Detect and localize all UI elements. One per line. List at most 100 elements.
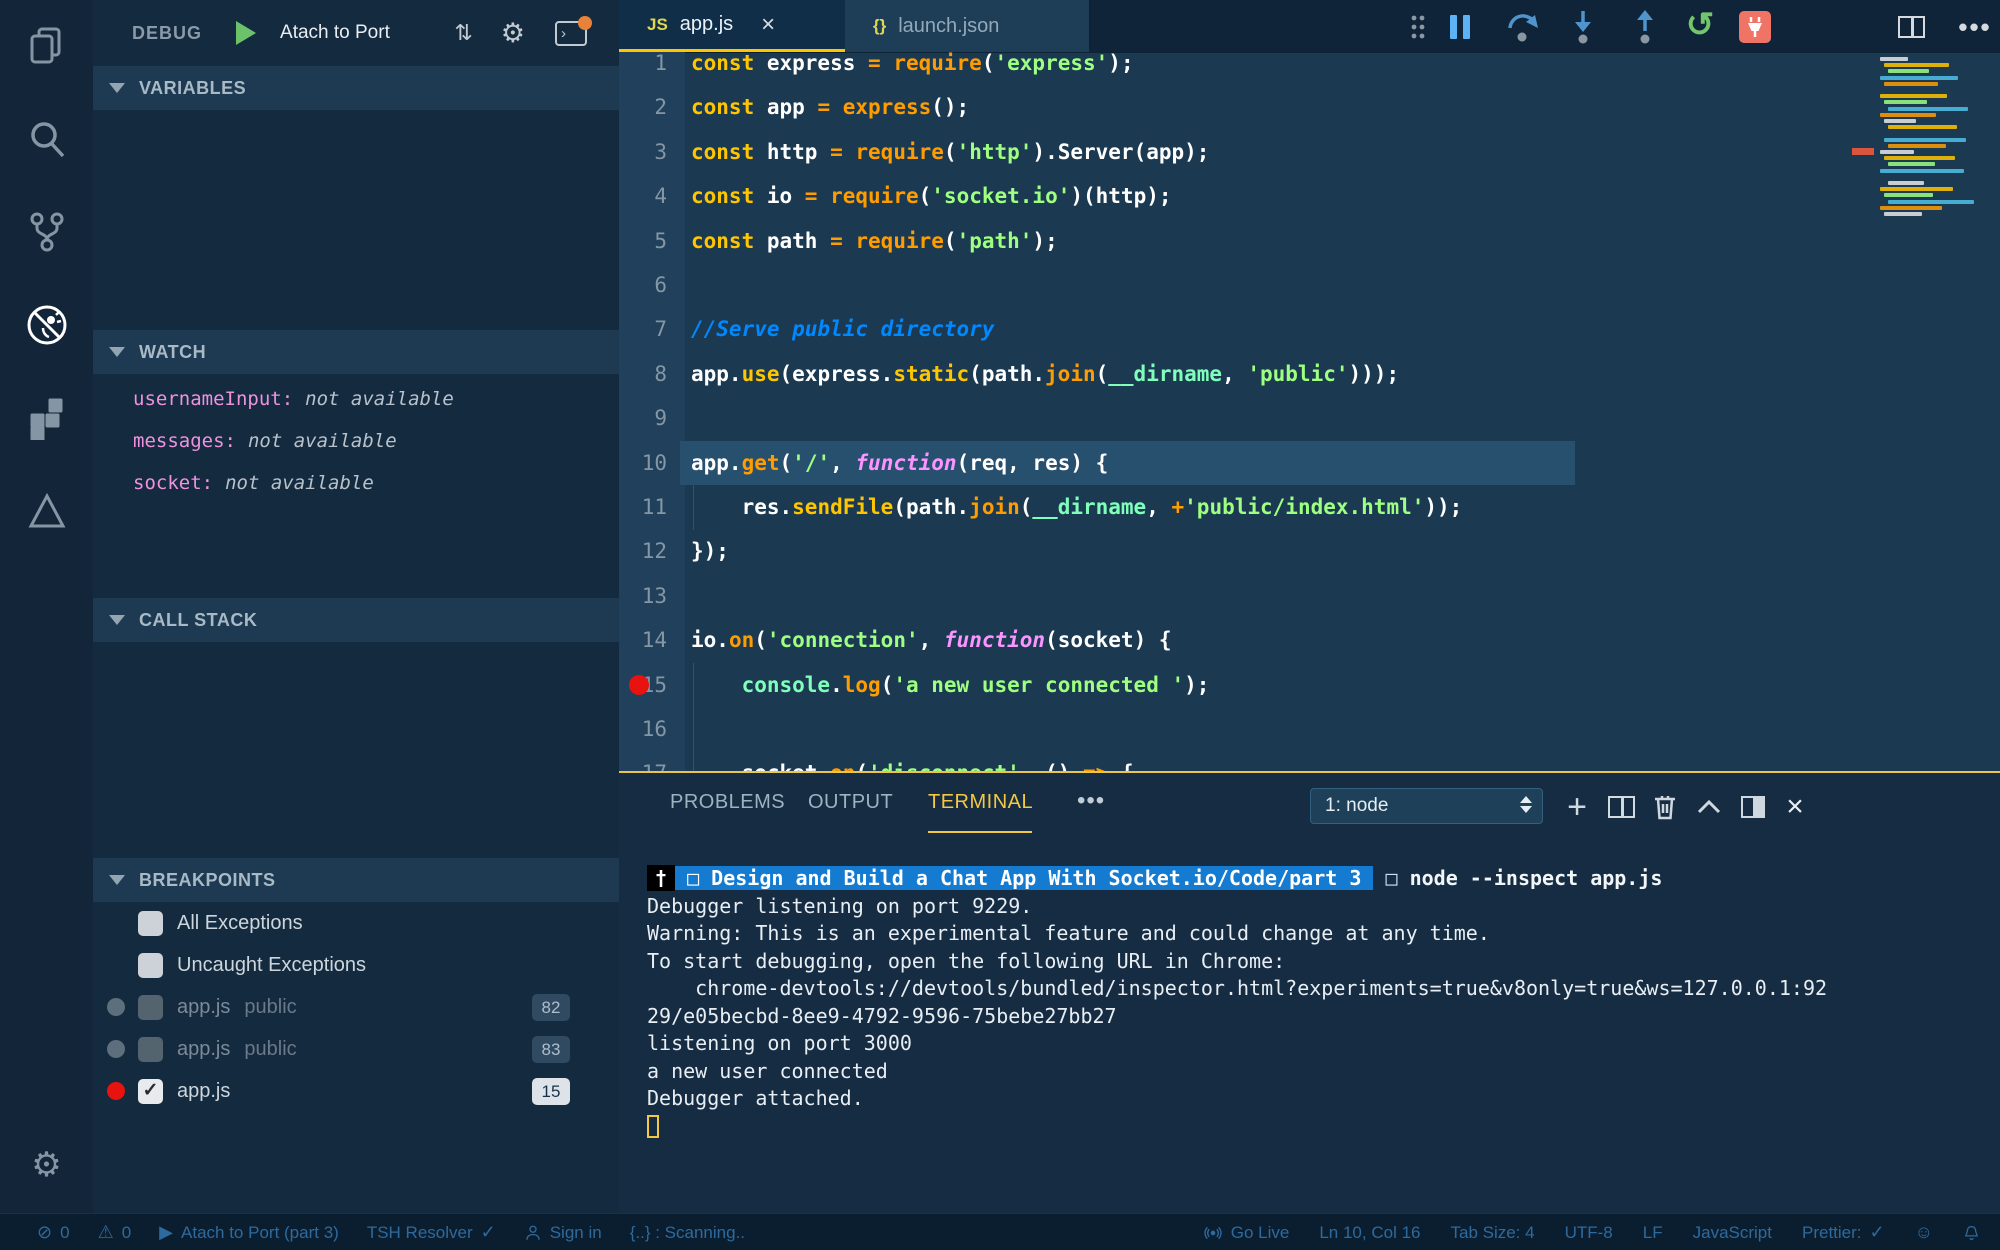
- token: (path.: [969, 361, 1046, 386]
- token: __dirname: [1108, 361, 1223, 386]
- debug-disabled-icon[interactable]: [0, 285, 93, 365]
- search-icon[interactable]: [0, 100, 93, 180]
- panel-tab-problems[interactable]: PROBLEMS: [670, 791, 785, 814]
- breakpoint-checkbox[interactable]: [138, 910, 163, 936]
- code-line: 17 socket.on('disconnect', () => {: [619, 751, 2000, 771]
- settings-gear-icon[interactable]: ⚙: [0, 1125, 93, 1205]
- split-terminal-icon[interactable]: [1603, 789, 1639, 825]
- status-item[interactable]: ⚠ 0: [98, 1222, 132, 1243]
- status-item[interactable]: [1963, 1224, 1980, 1242]
- token: 'public': [1247, 361, 1349, 386]
- breakpoint-row[interactable]: app.js public 83: [93, 1028, 619, 1070]
- status-item[interactable]: ⊘ 0: [37, 1222, 70, 1243]
- overview-ruler-marker: [1852, 148, 1874, 155]
- watch-row[interactable]: socket: not available: [93, 462, 619, 504]
- watch-row[interactable]: usernameInput: not available: [93, 378, 619, 420]
- panel-header: PROBLEMS OUTPUT TERMINAL ••• 1: node + ×: [619, 773, 2000, 841]
- code-line: 2 const app = express();: [619, 85, 2000, 129]
- split-editor-icon[interactable]: [1893, 9, 1929, 45]
- panel-tab-terminal[interactable]: TERMINAL: [928, 791, 1033, 814]
- breakpoint-checkbox[interactable]: [138, 1036, 163, 1062]
- triangle-extension-icon[interactable]: [0, 470, 93, 550]
- breakpoint-row[interactable]: All Exceptions: [93, 902, 619, 944]
- maximize-panel-icon[interactable]: [1735, 789, 1771, 825]
- code-editor[interactable]: 1 const express = require('express'); 2 con…: [619, 52, 2000, 771]
- terminal-output[interactable]: † □ Design and Build a Chat App With Soc…: [647, 853, 1990, 1215]
- token: ();: [931, 95, 970, 120]
- collapse-icon: [109, 615, 125, 625]
- step-into-icon[interactable]: [1565, 9, 1601, 45]
- disconnect-icon[interactable]: [1737, 9, 1773, 45]
- status-item[interactable]: ▶ Atach to Port (part 3): [159, 1222, 339, 1243]
- token: function: [943, 628, 1046, 653]
- start-debug-icon[interactable]: [236, 21, 257, 45]
- minimap-line: [1880, 94, 1947, 99]
- token: on: [728, 628, 755, 653]
- line-code: });: [691, 529, 729, 573]
- terminal-line: chrome-devtools://devtools/bundled/inspe…: [647, 976, 1828, 1000]
- token: require: [830, 184, 919, 209]
- breakpoint-checkbox[interactable]: ✓: [138, 1078, 163, 1104]
- token: =: [817, 95, 831, 120]
- status-item[interactable]: Go Live: [1203, 1223, 1289, 1243]
- line-code: app.use(express.static(path.join(__dirna…: [691, 352, 1399, 396]
- close-panel-icon[interactable]: ×: [1777, 789, 1813, 825]
- explorer-icon[interactable]: [0, 5, 93, 85]
- tab-app.js[interactable]: JS app.js ×: [619, 0, 845, 52]
- person-icon: [524, 1224, 542, 1242]
- extensions-icon[interactable]: [0, 378, 93, 458]
- panel-more-icon[interactable]: •••: [1077, 787, 1105, 815]
- debug-config-selector[interactable]: Atach to Port: [280, 22, 390, 44]
- check-icon: ✓: [1869, 1222, 1885, 1242]
- step-out-icon[interactable]: [1627, 9, 1663, 45]
- tab-launch.json[interactable]: {} launch.json: [845, 0, 1090, 52]
- status-item[interactable]: Tab Size: 4: [1450, 1223, 1534, 1243]
- status-item[interactable]: TSH Resolver ✓: [367, 1222, 496, 1243]
- debug-console-icon[interactable]: ›: [555, 15, 592, 46]
- variables-section-header[interactable]: VARIABLES: [93, 66, 619, 110]
- call-stack-section-header[interactable]: CALL STACK: [93, 598, 619, 642]
- breakpoints-section-header[interactable]: BREAKPOINTS: [93, 858, 619, 902]
- breakpoint-row[interactable]: app.js public 82: [93, 986, 619, 1028]
- minimap[interactable]: [1880, 57, 1986, 225]
- status-item[interactable]: Prettier: ✓: [1802, 1222, 1885, 1243]
- breakpoint-glyph[interactable]: [629, 674, 649, 695]
- breakpoint-row[interactable]: Uncaught Exceptions: [93, 944, 619, 986]
- select-arrows-icon: [1520, 796, 1532, 813]
- token: console: [741, 672, 831, 697]
- breakpoint-checkbox[interactable]: [138, 952, 163, 978]
- debug-toolbar-grip-icon[interactable]: [1400, 9, 1436, 45]
- collapse-panel-icon[interactable]: [1691, 789, 1727, 825]
- status-item[interactable]: ☺: [1915, 1222, 1933, 1243]
- status-item[interactable]: Sign in: [524, 1223, 602, 1243]
- config-switch-icon[interactable]: ⇅: [454, 20, 472, 46]
- kill-terminal-icon[interactable]: [1647, 789, 1683, 825]
- status-item[interactable]: {..} : Scanning..: [630, 1223, 745, 1243]
- more-actions-icon[interactable]: •••: [1957, 9, 1993, 45]
- status-item[interactable]: LF: [1643, 1223, 1663, 1243]
- close-tab-icon[interactable]: ×: [761, 12, 775, 37]
- token: const: [691, 228, 755, 253]
- watch-section-header[interactable]: WATCH: [93, 330, 619, 374]
- token: res.: [691, 495, 793, 519]
- indent-guide: [693, 485, 694, 530]
- breakpoint-checkbox[interactable]: [138, 994, 163, 1020]
- restart-icon[interactable]: ↺: [1682, 8, 1718, 45]
- watch-name: usernameInput:: [133, 388, 294, 410]
- source-control-icon[interactable]: [0, 192, 93, 272]
- pause-icon[interactable]: [1442, 9, 1478, 45]
- status-item[interactable]: JavaScript: [1693, 1223, 1772, 1243]
- step-over-icon[interactable]: [1505, 9, 1541, 45]
- terminal-select[interactable]: 1: node: [1310, 788, 1543, 824]
- configure-gear-icon[interactable]: ⚙: [501, 18, 525, 49]
- panel-tab-output[interactable]: OUTPUT: [808, 791, 893, 814]
- minimap-line: [1884, 193, 1933, 198]
- breakpoint-dot: [107, 1040, 125, 1058]
- new-terminal-icon[interactable]: +: [1559, 789, 1595, 825]
- token: '/': [792, 450, 831, 475]
- watch-row[interactable]: messages: not available: [93, 420, 619, 462]
- status-item[interactable]: UTF-8: [1565, 1223, 1613, 1243]
- breakpoint-row[interactable]: ✓ app.js 15: [93, 1070, 619, 1112]
- token: =: [830, 228, 843, 253]
- status-item[interactable]: Ln 10, Col 16: [1319, 1223, 1420, 1243]
